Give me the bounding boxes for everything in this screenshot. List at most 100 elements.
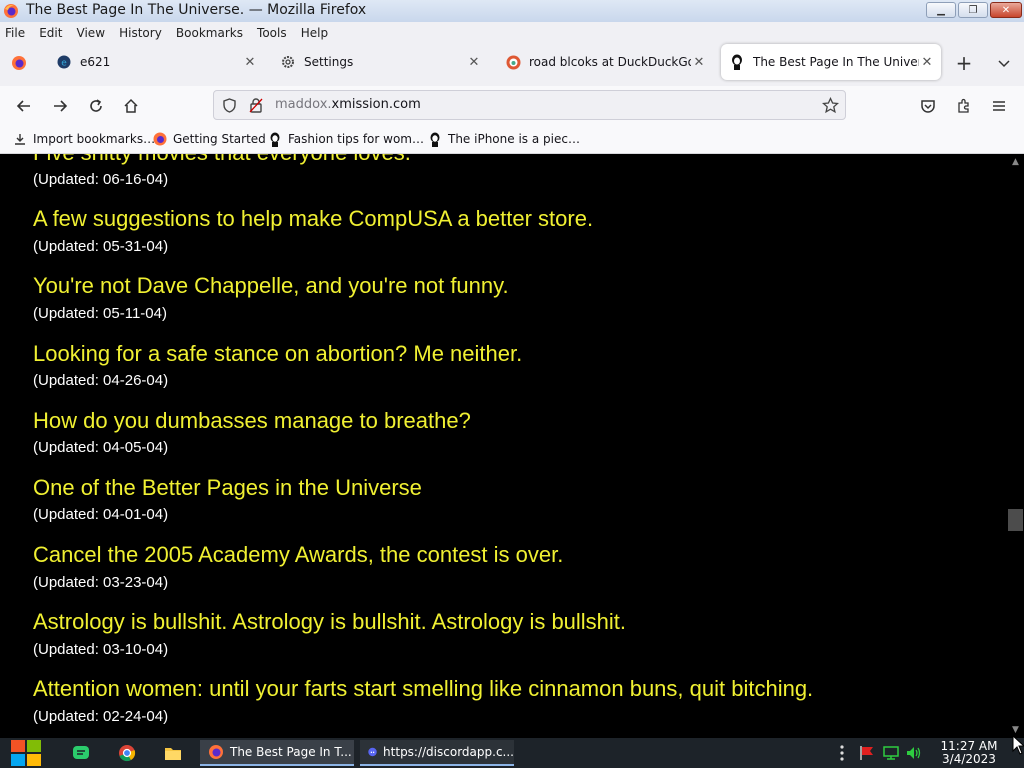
back-arrow-icon (16, 100, 30, 112)
taskbar-chrome[interactable] (118, 740, 136, 766)
updated-date: (Updated: 02-24-04) (33, 708, 169, 725)
scrollbar-thumb[interactable] (1008, 509, 1023, 531)
updated-date: (Updated: 04-05-04) (33, 439, 169, 456)
firefox-icon (12, 56, 26, 70)
tray-network[interactable] (882, 740, 900, 766)
updated-date: (Updated: 04-26-04) (33, 372, 169, 389)
menu-help[interactable]: Help (296, 24, 332, 40)
reload-button[interactable] (84, 94, 108, 118)
shield-icon[interactable] (222, 98, 237, 113)
app-menu-button[interactable] (987, 94, 1011, 118)
window-title: The Best Page In The Universe. — Mozilla… (26, 2, 367, 18)
tray-volume[interactable] (905, 740, 923, 766)
restore-button[interactable]: ❐ (958, 2, 988, 18)
system-clock[interactable]: 11:27 AM 3/4/2023 (934, 740, 1004, 766)
network-icon (883, 746, 899, 760)
updated-date: (Updated: 03-10-04) (33, 641, 169, 658)
maddox-favicon-icon (427, 131, 443, 147)
e621-favicon-icon: e (56, 54, 72, 70)
hamburger-menu-icon (993, 101, 1005, 111)
forward-arrow-icon (54, 100, 68, 112)
star-icon[interactable] (822, 97, 839, 114)
home-button[interactable] (119, 94, 143, 118)
window-titlebar: The Best Page In The Universe. — Mozilla… (0, 0, 1024, 23)
menu-file[interactable]: File (0, 24, 29, 40)
article-link[interactable]: Attention women: until your farts start … (33, 676, 813, 702)
new-tab-button[interactable]: + (952, 51, 976, 75)
bookmark-getting-started[interactable]: Getting Started (152, 131, 266, 147)
menu-edit[interactable]: Edit (34, 24, 66, 40)
clock-date: 3/4/2023 (942, 752, 996, 766)
tab-bar: e e621 ✕ Settings ✕ road blcoks at DuckD… (0, 40, 1024, 86)
svg-text:e: e (61, 59, 67, 69)
firefox-icon (209, 745, 223, 759)
tab-label: The Best Page In The Universe. (753, 55, 919, 69)
tab-label: e621 (80, 55, 111, 69)
taskbar-task-discord[interactable]: https://discordapp.c... (360, 740, 514, 766)
import-icon (12, 131, 28, 147)
article-link[interactable]: Looking for a safe stance on abortion? M… (33, 341, 522, 367)
taskbar-task-firefox[interactable]: The Best Page In T... (200, 740, 354, 766)
menu-bookmarks[interactable]: Bookmarks (171, 24, 247, 40)
tab-duckduckgo[interactable]: road blcoks at DuckDuckGo ✕ (497, 44, 713, 80)
scroll-up-icon[interactable]: ▲ (1007, 154, 1024, 170)
lock-icon[interactable] (249, 98, 263, 113)
forward-button[interactable] (48, 94, 72, 118)
article-link[interactable]: Cancel the 2005 Academy Awards, the cont… (33, 542, 563, 568)
tab-settings[interactable]: Settings ✕ (272, 44, 488, 80)
taskbar-file-explorer[interactable] (164, 740, 182, 766)
folder-icon (165, 748, 181, 760)
extensions-button[interactable] (952, 94, 976, 118)
close-button[interactable]: ✕ (990, 2, 1022, 18)
article-link[interactable]: How do you dumbasses manage to breathe? (33, 408, 471, 434)
tab-best-page[interactable]: The Best Page In The Universe. ✕ (721, 44, 941, 80)
updated-date: (Updated: 06-16-04) (33, 171, 169, 188)
tab-close-icon[interactable]: ✕ (919, 55, 935, 70)
updated-date: (Updated: 03-23-04) (33, 574, 169, 591)
url-text[interactable]: maddox.xmission.com (275, 97, 421, 112)
article-link[interactable]: One of the Better Pages in the Universe (33, 475, 422, 501)
tab-e621[interactable]: e e621 ✕ (48, 44, 264, 80)
firefox-icon (4, 4, 18, 18)
bookmark-iphone[interactable]: The iPhone is a piec… (427, 131, 580, 147)
page-scrollbar[interactable]: ▲ ▼ (1007, 154, 1024, 738)
volume-icon (907, 747, 921, 759)
bookmark-fashion-tips[interactable]: Fashion tips for wom… (267, 131, 424, 147)
gear-icon (280, 54, 296, 70)
article-link[interactable]: You're not Dave Chappelle, and you're no… (33, 273, 509, 299)
tab-close-icon[interactable]: ✕ (466, 55, 482, 70)
menu-tools[interactable]: Tools (252, 24, 291, 40)
taskbar-app-green[interactable] (72, 740, 90, 766)
tab-close-icon[interactable]: ✕ (691, 55, 707, 70)
menu-bar: File Edit View History Bookmarks Tools H… (0, 22, 1024, 40)
menu-view[interactable]: View (72, 24, 109, 40)
updated-date: (Updated: 04-01-04) (33, 506, 169, 523)
reload-icon (90, 99, 102, 112)
puzzle-icon (958, 98, 969, 113)
mouse-cursor-icon (1012, 735, 1024, 755)
updated-date: (Updated: 05-31-04) (33, 238, 169, 255)
chrome-icon (119, 745, 136, 762)
back-button[interactable] (12, 94, 36, 118)
chevron-down-icon (998, 60, 1010, 68)
pocket-button[interactable] (916, 94, 940, 118)
tray-flag[interactable] (858, 740, 876, 766)
firefox-view-button[interactable] (7, 51, 31, 75)
bookmark-import[interactable]: Import bookmarks… (12, 131, 155, 147)
start-button[interactable] (10, 740, 42, 766)
menu-history[interactable]: History (114, 24, 166, 40)
article-link[interactable]: A few suggestions to help make CompUSA a… (33, 206, 593, 232)
tray-overflow-button[interactable] (838, 740, 846, 766)
list-all-tabs-button[interactable] (992, 51, 1016, 75)
discord-icon (368, 747, 377, 757)
tab-close-icon[interactable]: ✕ (242, 55, 258, 70)
minimize-button[interactable]: ▁ (926, 2, 956, 18)
maddox-favicon-icon (267, 131, 283, 147)
article-link[interactable]: Five shitty movies that everyone loves. (33, 154, 411, 166)
taskbar: The Best Page In T... https://discordapp… (0, 738, 1024, 768)
article-link[interactable]: Astrology is bullshit. Astrology is bull… (33, 609, 626, 635)
windows-logo-icon (11, 740, 41, 766)
action-center-flag-icon (860, 746, 873, 760)
maddox-favicon-icon (729, 54, 745, 70)
url-bar[interactable]: maddox.xmission.com (213, 90, 846, 120)
